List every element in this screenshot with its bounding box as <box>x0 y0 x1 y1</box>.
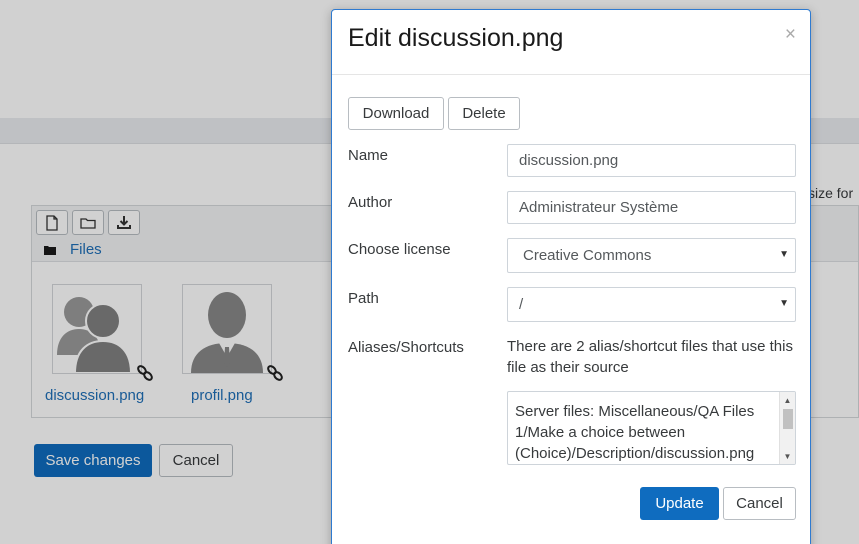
update-button[interactable]: Update <box>640 487 719 520</box>
chevron-down-icon: ▼ <box>779 249 789 260</box>
path-label: Path <box>348 290 379 307</box>
scrollbar-thumb[interactable] <box>783 409 793 429</box>
license-selected-value: Creative Commons <box>523 247 652 264</box>
license-select[interactable]: Creative Commons ▼ <box>507 238 796 273</box>
aliases-scrollbar[interactable]: ▲ ▼ <box>779 392 795 464</box>
delete-button[interactable]: Delete <box>448 97 520 130</box>
license-label: Choose license <box>348 241 451 258</box>
name-label: Name <box>348 147 389 164</box>
dialog-cancel-button[interactable]: Cancel <box>723 487 796 520</box>
scroll-up-icon[interactable]: ▲ <box>780 394 795 406</box>
path-select[interactable]: / ▼ <box>507 287 796 322</box>
author-input[interactable] <box>507 191 796 224</box>
chevron-down-icon: ▼ <box>779 298 789 309</box>
dialog-header: Edit discussion.png × <box>332 10 810 75</box>
aliases-label: Aliases/Shortcuts <box>348 339 464 356</box>
edit-file-dialog: Edit discussion.png × Download Delete Na… <box>331 9 811 544</box>
dialog-title: Edit discussion.png <box>348 24 564 52</box>
aliases-list-text: Server files: Miscellaneous/QA Files 1/M… <box>515 403 755 462</box>
aliases-list[interactable]: Server files: Miscellaneous/QA Files 1/M… <box>507 391 796 465</box>
name-input[interactable] <box>507 144 796 177</box>
scroll-down-icon[interactable]: ▼ <box>780 450 795 462</box>
close-icon[interactable]: × <box>785 24 796 46</box>
path-selected-value: / <box>519 296 524 313</box>
author-label: Author <box>348 194 393 211</box>
aliases-description: There are 2 alias/shortcut files that us… <box>507 338 793 376</box>
download-button[interactable]: Download <box>348 97 444 130</box>
